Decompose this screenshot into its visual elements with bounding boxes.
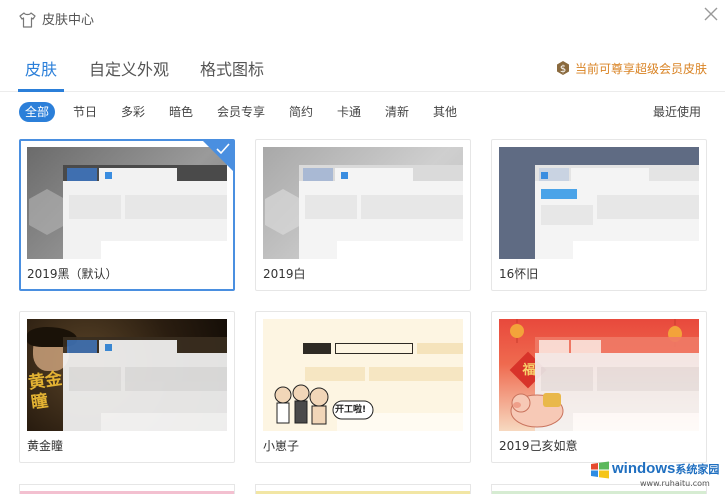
title-bar: 皮肤中心: [0, 0, 725, 42]
tab-format-icons[interactable]: 格式图标: [200, 58, 264, 82]
skin-preview: 福: [499, 319, 699, 431]
skin-card-2019-black[interactable]: 2019黑（默认）: [19, 139, 235, 291]
skin-card-2019-white[interactable]: 2019白: [255, 139, 471, 291]
cartoon-bubble-text: 开工啦!: [335, 405, 367, 415]
skin-card-little-cub[interactable]: 开工啦! 小崽子: [255, 311, 471, 463]
category-other[interactable]: 其他: [433, 102, 457, 122]
window-title: 皮肤中心: [42, 13, 95, 28]
skin-name: 2019白: [263, 267, 306, 281]
pig-illustration: [510, 393, 564, 428]
main-tabs: 皮肤 自定义外观 格式图标 $ 当前可尊享超级会员皮肤: [0, 52, 725, 92]
watermark-brand: windows系统家园: [612, 460, 719, 479]
skin-name: 小崽子: [263, 439, 300, 453]
windows-logo-icon: [591, 461, 609, 479]
skin-preview: [27, 147, 227, 259]
skin-preview: 黄金瞳: [27, 319, 227, 431]
hexagon-decoration: [265, 189, 301, 235]
tab-custom-appearance[interactable]: 自定义外观: [89, 58, 169, 82]
coin-icon: $: [557, 61, 569, 75]
skin-name: 2019黑（默认）: [27, 267, 118, 281]
active-tab-indicator: [18, 89, 64, 92]
category-filter-bar: 全部 节日 多彩 暗色 会员专享 简约 卡通 清新 其他 最近使用: [0, 100, 725, 124]
skin-preview: 开工啦!: [263, 319, 463, 431]
member-note-text: 当前可尊享超级会员皮肤: [575, 62, 708, 76]
skin-name: 2019己亥如意: [499, 439, 578, 453]
skin-center-window: 皮肤中心 皮肤 自定义外观 格式图标 $ 当前可尊享超级会员皮肤 全部 节日 多…: [0, 0, 725, 494]
category-colorful[interactable]: 多彩: [121, 102, 145, 122]
tshirt-icon: [19, 12, 36, 28]
lantern-icon: [510, 319, 524, 343]
tab-skin[interactable]: 皮肤: [25, 58, 57, 82]
recent-used-link[interactable]: 最近使用: [653, 102, 701, 122]
cartoon-characters: [274, 384, 374, 425]
skin-name: 黄金瞳: [27, 439, 64, 453]
site-watermark: windows系统家园 www.ruhaitu.com: [590, 458, 725, 494]
category-simple[interactable]: 简约: [289, 102, 313, 122]
skin-card-2019-year-of-pig[interactable]: 福 2019己亥如意: [491, 311, 707, 463]
skin-card-16-nostalgic[interactable]: 16怀旧: [491, 139, 707, 291]
hexagon-decoration: [29, 189, 65, 235]
skin-card-partial[interactable]: [19, 484, 235, 494]
svg-text:$: $: [560, 64, 566, 75]
category-fresh[interactable]: 清新: [385, 102, 409, 122]
category-cartoon[interactable]: 卡通: [337, 102, 361, 122]
watermark-brand-en: windows: [612, 460, 676, 477]
category-all[interactable]: 全部: [19, 102, 56, 122]
check-icon: [216, 143, 230, 155]
skin-name: 16怀旧: [499, 267, 539, 281]
category-festival[interactable]: 节日: [73, 102, 97, 122]
watermark-url: www.ruhaitu.com: [640, 479, 710, 488]
close-icon[interactable]: [702, 5, 720, 23]
category-member-exclusive[interactable]: 会员专享: [217, 102, 265, 122]
watermark-brand-cn: 系统家园: [675, 464, 720, 476]
skin-preview: [499, 147, 699, 259]
skin-card-partial[interactable]: [255, 484, 471, 494]
category-dark[interactable]: 暗色: [169, 102, 193, 122]
skin-preview: [263, 147, 463, 259]
skin-card-golden-eye[interactable]: 黄金瞳 黄金瞳: [19, 311, 235, 463]
